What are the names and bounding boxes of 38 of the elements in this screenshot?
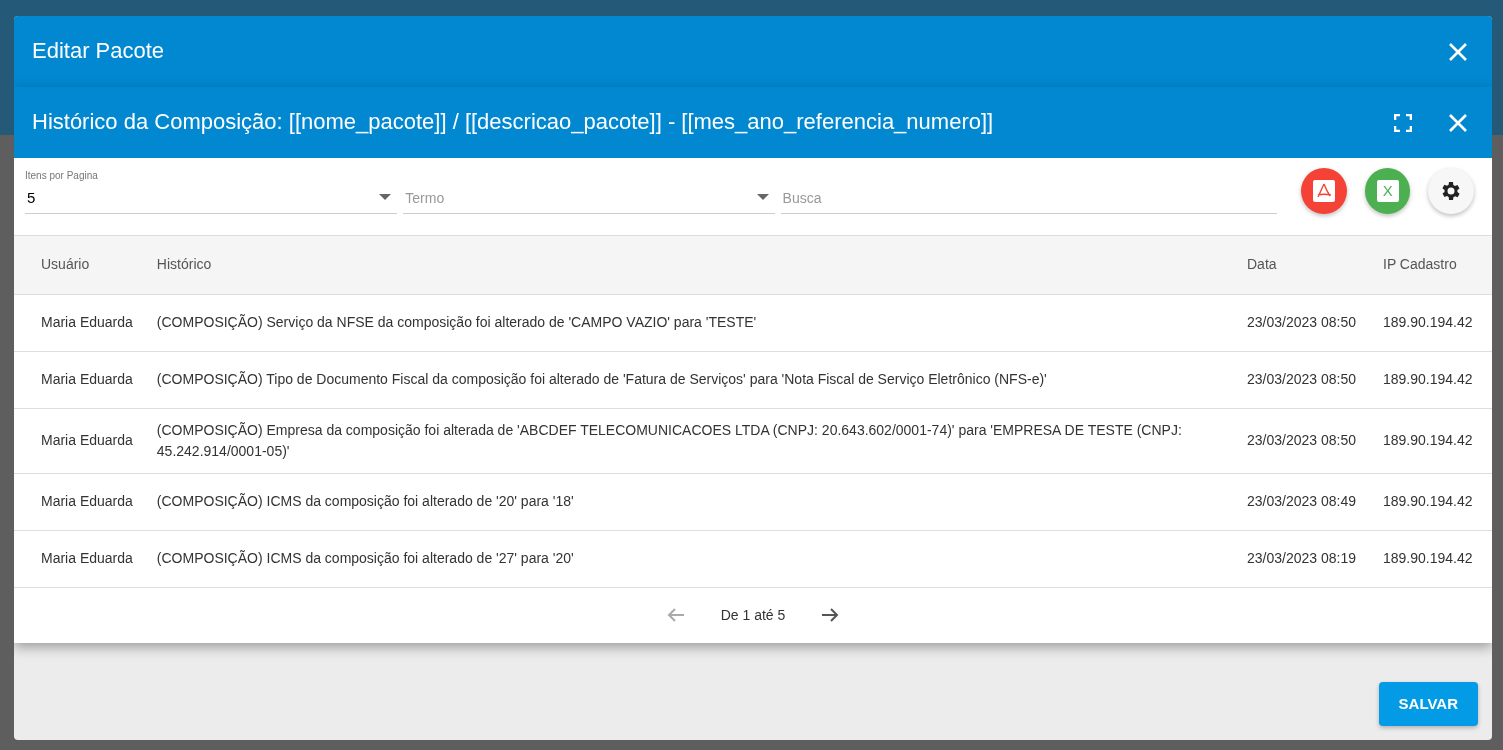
table-cell: 23/03/2023 08:50 [1235,294,1371,351]
table-cell: Maria Eduarda [14,351,145,408]
table-cell: 189.90.194.42 [1371,530,1492,587]
dialog-title: Histórico da Composição: [[nome_pacote]] / [[descricao_pacote]] - [[mes_ano_referencia_numero]] [32,109,995,136]
pdf-export-button[interactable] [1301,168,1347,214]
table-cell: Maria Eduarda [14,530,145,587]
select-field[interactable]: 5 [25,182,398,214]
table-cell: 23/03/2023 08:50 [1235,408,1371,473]
table-cell: Maria Eduarda [14,473,145,530]
table-cell: 23/03/2023 08:50 [1235,351,1371,408]
table-cell: (COMPOSIÇÃO) Tipo de Documento Fiscal da composição foi alterado de 'Fatura de Serviços' para 'Nota Fiscal de Serviço Eletrônico (NFS-e)' [144,351,1235,408]
table-cell: 189.90.194.42 [1371,408,1492,473]
table-cell: 189.90.194.42 [1371,294,1492,351]
field-label: Itens por Pagina [25,168,99,183]
table-cell: (COMPOSIÇÃO) Serviço da NFSE da composição foi alterado de 'CAMPO VAZIO' para 'TESTE' [144,294,1235,351]
table-cell: (COMPOSIÇÃO) Empresa da composição foi alterada de 'ABCDEF TELECOMUNICACOES LTDA (CNPJ: 20.643.602/0001-74)' para 'EMPRESA DE TESTE (CNPJ: 45.242.914/0001-05)' [144,408,1235,473]
table-cell: Maria Eduarda [14,408,145,473]
table-cell: 189.90.194.42 [1371,473,1492,530]
table-cell: (COMPOSIÇÃO) ICMS da composição foi alterado de '27' para '20' [144,530,1235,587]
caret-icon[interactable] [379,194,392,200]
select-field[interactable]: Termo [403,182,775,214]
caret-icon[interactable] [756,194,769,200]
column-header: Histórico [144,236,1235,294]
column-header: Data [1235,236,1371,294]
settings-button[interactable] [1428,168,1474,214]
table-cell: Maria Eduarda [14,294,145,351]
dialog-title: Editar Pacote [32,38,165,65]
save-button[interactable]: SALVAR [1378,681,1478,726]
table-cell: 23/03/2023 08:49 [1235,473,1371,530]
table-cell: 23/03/2023 08:19 [1235,530,1371,587]
table-cell: 189.90.194.42 [1371,351,1492,408]
column-header: IP Cadastro [1371,236,1492,294]
table-cell: (COMPOSIÇÃO) ICMS da composição foi alterado de '20' para '18' [144,473,1235,530]
pdf-icon [1313,180,1336,202]
page-info: De 1 até 5 [720,605,786,625]
column-header: Usuário [14,236,145,294]
search-field[interactable]: Busca [780,182,1278,214]
excel-export-button[interactable]: X [1364,168,1411,214]
